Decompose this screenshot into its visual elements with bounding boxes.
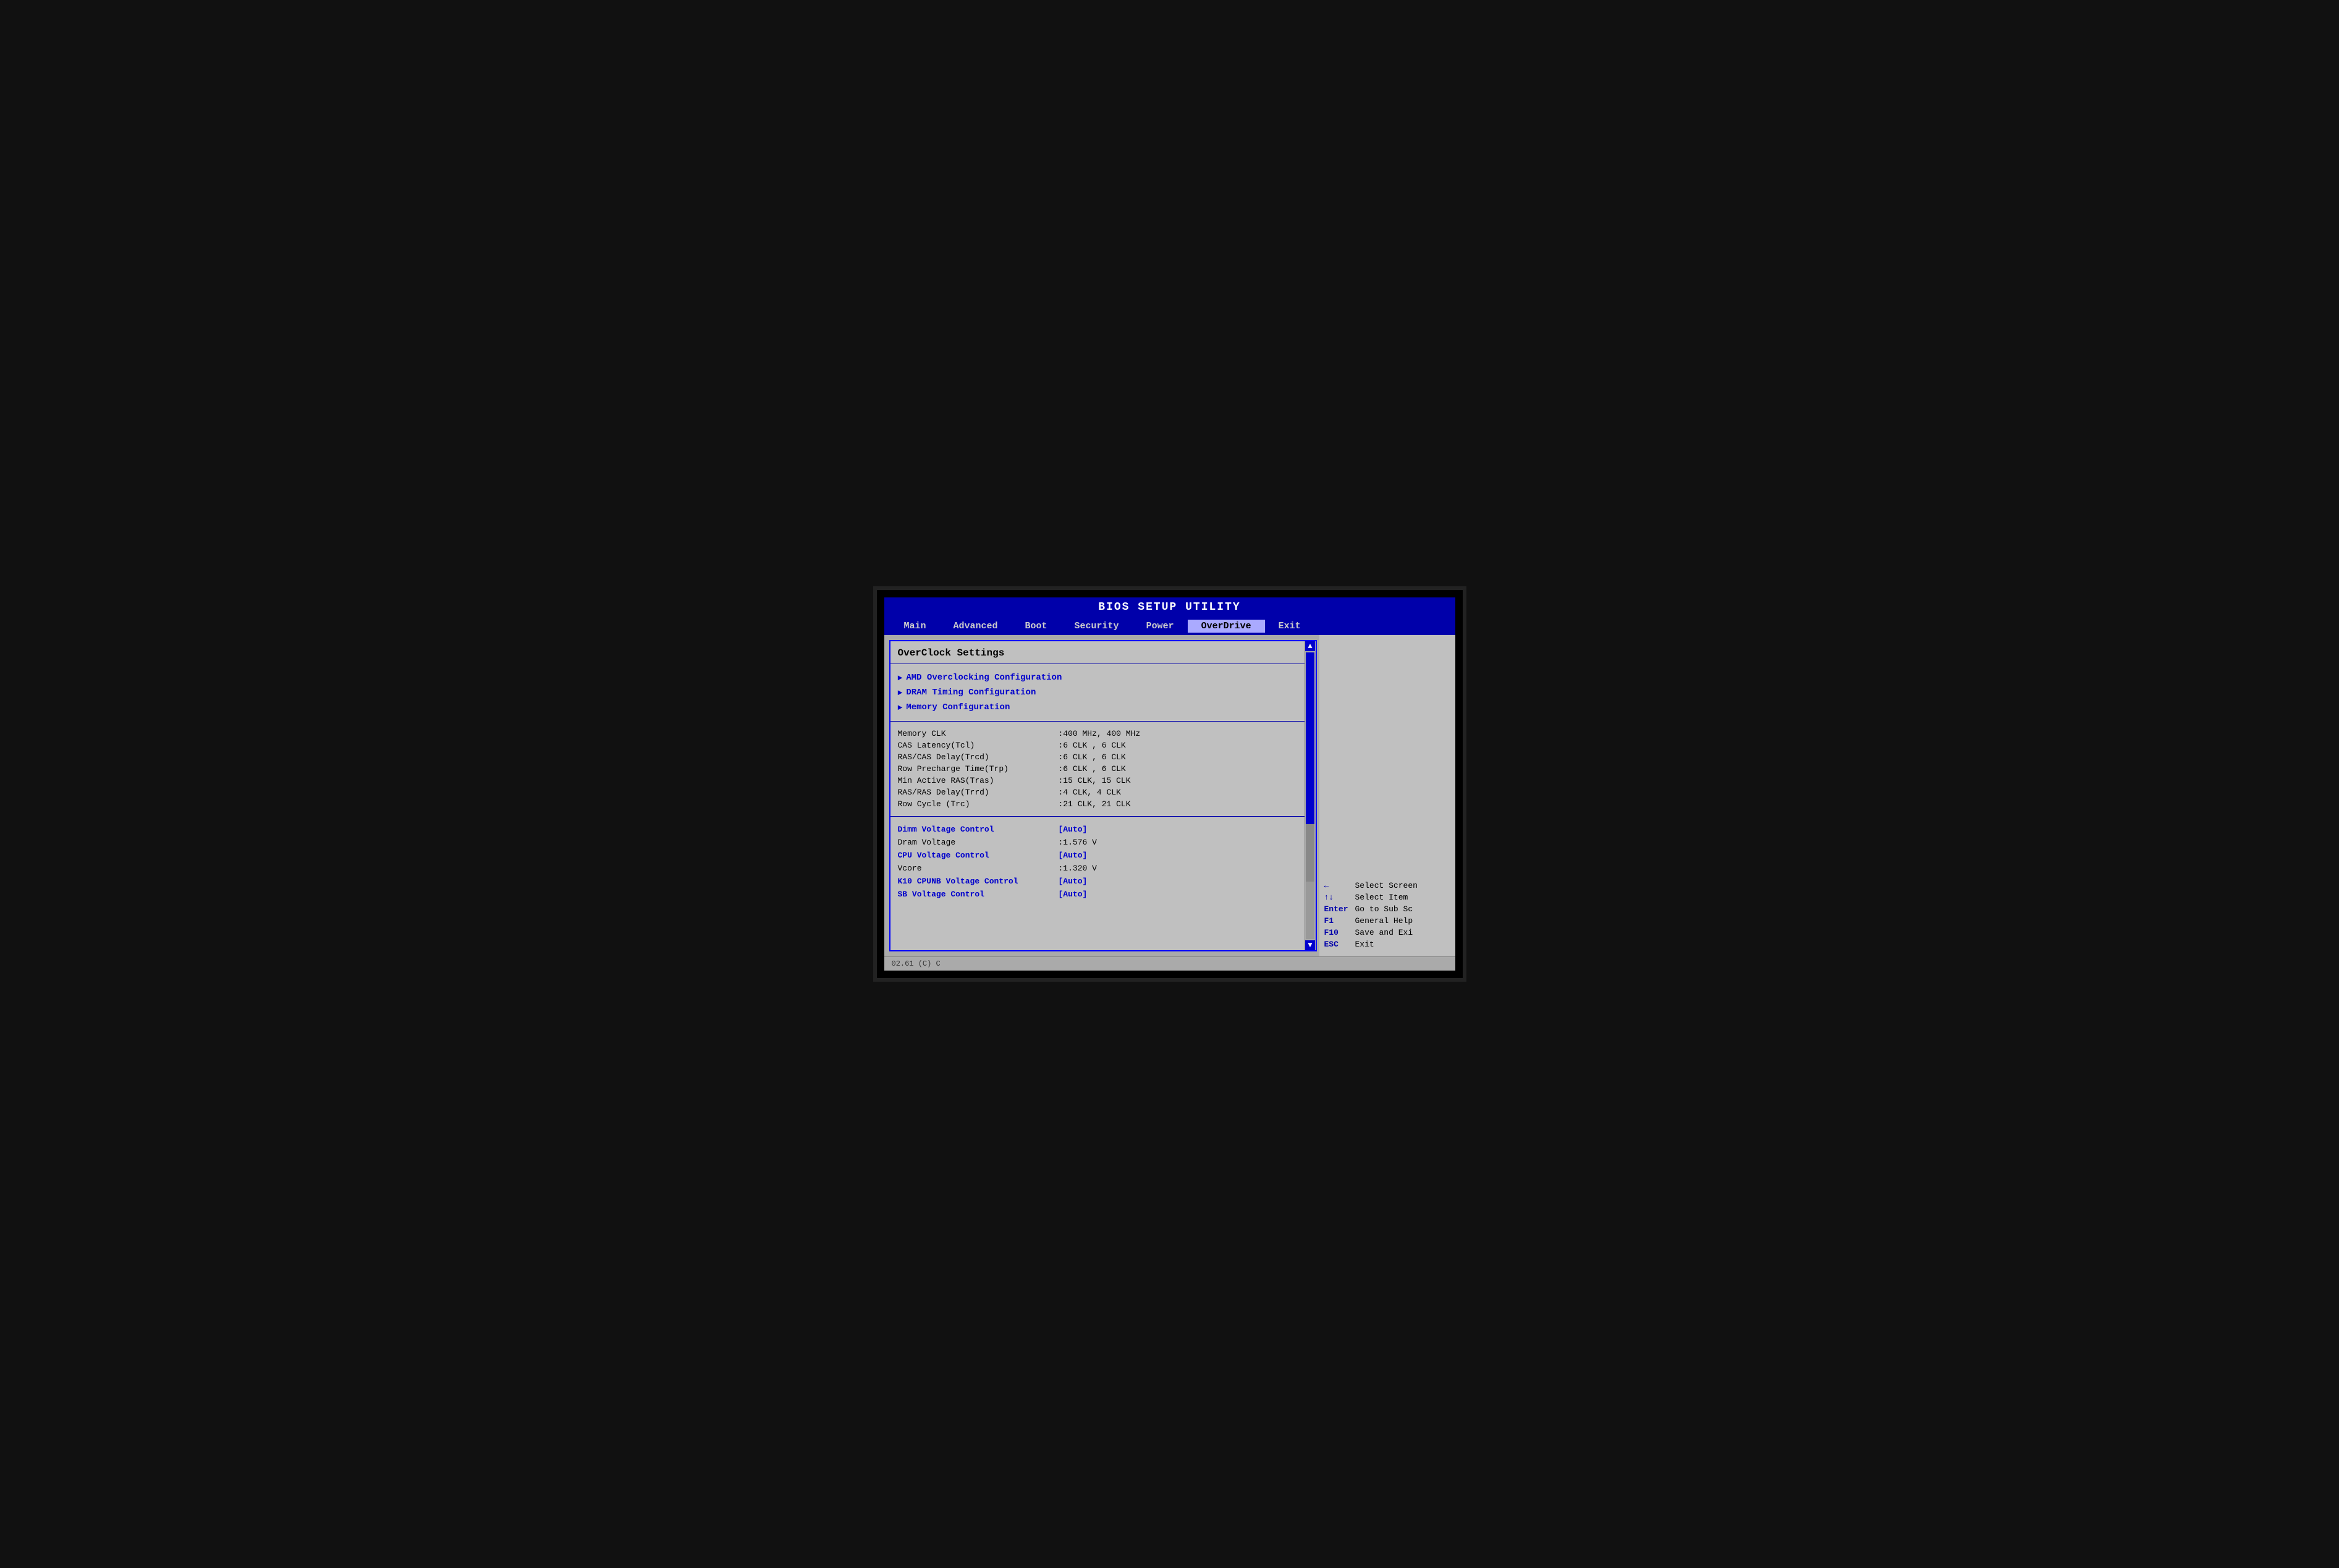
key-help-row-select-item: ↑↓ Select Item — [1324, 891, 1450, 903]
info-value: :6 CLK , 6 CLK — [1059, 752, 1126, 762]
submenu-amd[interactable]: ► AMD Overclocking Configuration — [898, 670, 1297, 685]
key-help-row-f10: F10 Save and Exi — [1324, 927, 1450, 938]
info-row-rasras: RAS/RAS Delay(Trrd) :4 CLK, 4 CLK — [898, 786, 1297, 798]
info-row-caslatency: CAS Latency(Tcl) :6 CLK , 6 CLK — [898, 740, 1297, 751]
scrollbar[interactable]: ▲ ▼ — [1305, 641, 1316, 950]
control-label: Dimm Voltage Control — [898, 825, 1059, 834]
main-panel: OverClock Settings ► AMD Overclocking Co… — [889, 640, 1317, 951]
key-desc: Exit — [1355, 940, 1374, 949]
info-label: Memory CLK — [898, 729, 1059, 738]
info-label: Row Cycle (Trc) — [898, 799, 1059, 809]
control-section: Dimm Voltage Control [Auto] Dram Voltage… — [890, 817, 1305, 907]
info-row-rowprecharge: Row Precharge Time(Trp) :6 CLK , 6 CLK — [898, 763, 1297, 775]
submenu-section: ► AMD Overclocking Configuration ► DRAM … — [890, 664, 1305, 722]
submenu-amd-label: AMD Overclocking Configuration — [906, 673, 1062, 683]
key-help-row-select-screen: ← Select Screen — [1324, 880, 1450, 891]
control-row-dram: Dram Voltage :1.576 V — [898, 836, 1297, 849]
nav-bar: Main Advanced Boot Security Power OverDr… — [884, 617, 1455, 635]
content-area: OverClock Settings ► AMD Overclocking Co… — [884, 635, 1455, 956]
nav-advanced[interactable]: Advanced — [940, 620, 1012, 633]
control-value: :1.320 V — [1059, 864, 1097, 873]
nav-security[interactable]: Security — [1061, 620, 1133, 633]
info-label: Row Precharge Time(Trp) — [898, 764, 1059, 773]
control-row-cpu[interactable]: CPU Voltage Control [Auto] — [898, 849, 1297, 862]
panel-title: OverClock Settings — [890, 641, 1305, 664]
arrow-icon: ► — [898, 703, 903, 712]
key-name: ↑↓ — [1324, 893, 1355, 902]
key-name: F10 — [1324, 928, 1355, 937]
nav-main[interactable]: Main — [890, 620, 940, 633]
key-desc: General Help — [1355, 916, 1413, 925]
control-row-vcore: Vcore :1.320 V — [898, 862, 1297, 875]
info-value: :21 CLK, 21 CLK — [1059, 799, 1131, 809]
control-label: CPU Voltage Control — [898, 851, 1059, 860]
control-label: Dram Voltage — [898, 838, 1059, 847]
control-value: [Auto] — [1059, 851, 1088, 860]
key-name: F1 — [1324, 916, 1355, 925]
submenu-dram[interactable]: ► DRAM Timing Configuration — [898, 685, 1297, 700]
control-label: K10 CPUNB Voltage Control — [898, 877, 1059, 886]
key-desc: Select Screen — [1355, 881, 1418, 890]
info-section: Memory CLK :400 MHz, 400 MHz CAS Latency… — [890, 722, 1305, 817]
info-value: :6 CLK , 6 CLK — [1059, 741, 1126, 750]
info-value: :15 CLK, 15 CLK — [1059, 776, 1131, 785]
submenu-dram-label: DRAM Timing Configuration — [906, 688, 1036, 698]
key-name: ESC — [1324, 940, 1355, 949]
control-row-dimm[interactable]: Dimm Voltage Control [Auto] — [898, 823, 1297, 836]
submenu-memory-label: Memory Configuration — [906, 702, 1010, 712]
control-value: :1.576 V — [1059, 838, 1097, 847]
submenu-memory[interactable]: ► Memory Configuration — [898, 700, 1297, 715]
settings-panel: OverClock Settings ► AMD Overclocking Co… — [890, 641, 1305, 950]
info-value: :4 CLK, 4 CLK — [1059, 788, 1121, 797]
key-desc: Go to Sub Sc — [1355, 904, 1413, 914]
key-name: ← — [1324, 881, 1355, 890]
info-value: :400 MHz, 400 MHz — [1059, 729, 1141, 738]
info-label: RAS/CAS Delay(Trcd) — [898, 752, 1059, 762]
control-value: [Auto] — [1059, 877, 1088, 886]
info-label: RAS/RAS Delay(Trrd) — [898, 788, 1059, 797]
control-value: [Auto] — [1059, 890, 1088, 899]
info-row-rascas: RAS/CAS Delay(Trcd) :6 CLK , 6 CLK — [898, 751, 1297, 763]
nav-exit[interactable]: Exit — [1265, 620, 1314, 633]
info-value: :6 CLK , 6 CLK — [1059, 764, 1126, 773]
control-row-sb[interactable]: SB Voltage Control [Auto] — [898, 888, 1297, 901]
sidebar-panel: ← Select Screen ↑↓ Select Item Enter Go … — [1319, 635, 1455, 956]
control-label: SB Voltage Control — [898, 890, 1059, 899]
scroll-down[interactable]: ▼ — [1305, 940, 1315, 950]
control-value: [Auto] — [1059, 825, 1088, 834]
nav-overdrive[interactable]: OverDrive — [1188, 620, 1265, 633]
scroll-thumb — [1306, 652, 1314, 824]
key-help-row-enter: Enter Go to Sub Sc — [1324, 903, 1450, 915]
control-label: Vcore — [898, 864, 1059, 873]
info-row-memoryclk: Memory CLK :400 MHz, 400 MHz — [898, 728, 1297, 740]
info-label: CAS Latency(Tcl) — [898, 741, 1059, 750]
key-name: Enter — [1324, 904, 1355, 914]
key-desc: Select Item — [1355, 893, 1408, 902]
bottom-bar: 02.61 (C) C — [884, 956, 1455, 971]
bios-title: BIOS SETUP UTILITY — [884, 597, 1455, 617]
info-row-minactive: Min Active RAS(Tras) :15 CLK, 15 CLK — [898, 775, 1297, 786]
key-help-row-esc: ESC Exit — [1324, 938, 1450, 950]
scroll-up[interactable]: ▲ — [1305, 641, 1315, 651]
info-row-rowcycle: Row Cycle (Trc) :21 CLK, 21 CLK — [898, 798, 1297, 810]
arrow-icon: ► — [898, 673, 903, 683]
key-help-row-f1: F1 General Help — [1324, 915, 1450, 927]
info-label: Min Active RAS(Tras) — [898, 776, 1059, 785]
nav-power[interactable]: Power — [1133, 620, 1188, 633]
bios-screen: BIOS SETUP UTILITY Main Advanced Boot Se… — [873, 586, 1466, 982]
key-help: ← Select Screen ↑↓ Select Item Enter Go … — [1324, 880, 1450, 950]
key-desc: Save and Exi — [1355, 928, 1413, 937]
nav-boot[interactable]: Boot — [1012, 620, 1061, 633]
arrow-icon: ► — [898, 688, 903, 698]
control-row-k10[interactable]: K10 CPUNB Voltage Control [Auto] — [898, 875, 1297, 888]
scroll-thumb-bottom — [1306, 882, 1314, 939]
scroll-track[interactable] — [1306, 652, 1314, 939]
